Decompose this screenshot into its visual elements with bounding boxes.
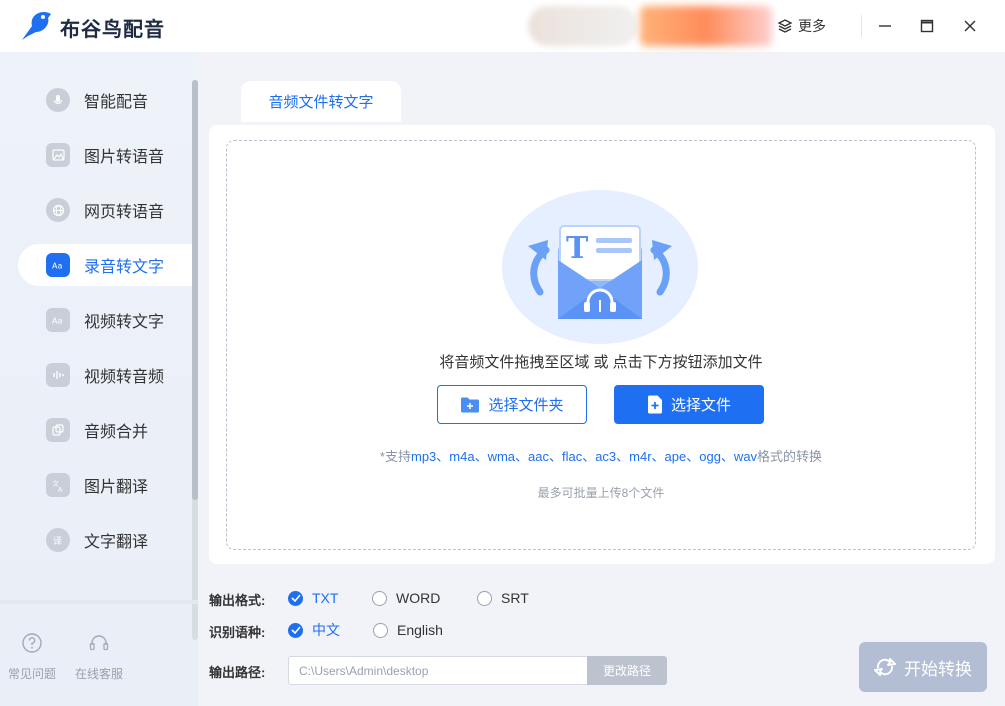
- sidebar-item-label: 音频合并: [84, 424, 149, 441]
- title-bar: 布谷鸟配音 更多: [0, 0, 1005, 52]
- sidebar-item-recording-to-text[interactable]: Aa 录音转文字: [18, 244, 193, 286]
- sidebar-item-label: 网页转语音: [84, 204, 165, 221]
- sidebar-item-video-to-audio[interactable]: 视频转音频: [18, 354, 193, 396]
- upload-limit-note: 最多可批量上传8个文件: [537, 486, 665, 500]
- merge-icon: [46, 418, 70, 442]
- output-path-field[interactable]: [288, 656, 588, 685]
- svg-text:Aa: Aa: [52, 262, 62, 271]
- sidebar-item-label: 图片转语音: [84, 149, 165, 166]
- sidebar-item-smart-dubbing[interactable]: 智能配音: [18, 79, 193, 121]
- headset-icon: [89, 635, 109, 651]
- convert-arrows-icon: [874, 658, 896, 676]
- image-icon: [46, 143, 70, 167]
- layers-icon: [778, 19, 792, 33]
- minimize-icon: [879, 25, 891, 27]
- sidebar-item-image-to-speech[interactable]: 图片转语音: [18, 134, 193, 176]
- sidebar-divider: [0, 600, 198, 604]
- start-convert-label: 开始转换: [904, 659, 972, 679]
- language-option-label: English: [397, 622, 443, 638]
- video-text-icon: Aa: [46, 308, 70, 332]
- start-convert-button[interactable]: 开始转换: [859, 642, 987, 692]
- select-file-label: 选择文件: [670, 397, 731, 414]
- sidebar-item-label: 录音转文字: [84, 259, 165, 276]
- user-avatar[interactable]: [528, 6, 638, 46]
- sidebar-item-label: 文字翻译: [84, 534, 149, 551]
- format-option-label: WORD: [396, 590, 441, 606]
- language-label: 识别语种:: [209, 625, 266, 640]
- formats-suffix: 格式的转换: [757, 449, 823, 464]
- svg-text:Aa: Aa: [52, 317, 62, 326]
- supported-formats-note: *支持mp3、m4a、wma、aac、flac、ac3、m4r、ape、ogg、…: [226, 446, 976, 465]
- language-option-chinese[interactable]: 中文: [288, 620, 340, 640]
- sidebar-scrollbar[interactable]: [192, 80, 198, 640]
- bird-logo-icon: [22, 12, 51, 40]
- faq-link[interactable]: 常见问题: [0, 632, 64, 682]
- window-controls-divider: [861, 15, 862, 37]
- formats-prefix: *支持: [379, 449, 411, 464]
- radio-icon: [477, 590, 492, 606]
- maximize-button[interactable]: [916, 15, 938, 37]
- question-icon: [22, 633, 42, 653]
- sidebar-scroll-thumb[interactable]: [192, 80, 198, 500]
- sidebar-item-label: 视频转音频: [84, 369, 165, 386]
- radio-icon: [372, 590, 387, 606]
- format-option-word[interactable]: WORD: [372, 588, 440, 608]
- tab-audio-to-text[interactable]: 音频文件转文字: [241, 81, 401, 122]
- svg-text:T: T: [566, 231, 589, 266]
- sidebar-item-video-to-text[interactable]: Aa 视频转文字: [18, 299, 193, 341]
- mic-icon: [46, 88, 70, 112]
- sidebar-item-label: 视频转文字: [84, 314, 165, 331]
- language-option-english[interactable]: English: [373, 620, 443, 640]
- close-button[interactable]: [959, 15, 981, 37]
- svg-text:译: 译: [53, 536, 62, 546]
- sidebar-item-audio-merge[interactable]: 音频合并: [18, 409, 193, 451]
- language-option-label: 中文: [312, 622, 340, 638]
- format-option-label: SRT: [501, 590, 529, 606]
- online-support-label: 在线客服: [74, 667, 123, 681]
- sidebar-item-label: 智能配音: [84, 94, 149, 111]
- select-folder-button[interactable]: 选择文件夹: [437, 385, 587, 424]
- format-option-txt[interactable]: TXT: [288, 588, 338, 608]
- sidebar: 智能配音 图片转语音 网页转语音 Aa 录音转文字 Aa 视频转文字 视频转音频: [0, 52, 198, 706]
- add-folder-icon: [461, 397, 480, 412]
- select-file-button[interactable]: 选择文件: [614, 385, 764, 424]
- output-format-label: 输出格式:: [209, 593, 266, 608]
- drop-hint-text: 将音频文件拖拽至区域 或 点击下方按钮添加文件: [439, 354, 763, 371]
- sidebar-item-label: 图片翻译: [84, 479, 149, 496]
- online-support-link[interactable]: 在线客服: [67, 632, 131, 682]
- sidebar-item-webpage-to-speech[interactable]: 网页转语音: [18, 189, 193, 231]
- checked-radio-icon: [288, 590, 303, 606]
- maximize-icon: [920, 19, 934, 33]
- format-option-label: TXT: [312, 590, 339, 606]
- minimize-button[interactable]: [874, 15, 896, 37]
- checked-radio-icon: [288, 622, 303, 638]
- video-audio-icon: [46, 363, 70, 387]
- globe-icon: [46, 198, 70, 222]
- format-option-srt[interactable]: SRT: [477, 588, 529, 608]
- close-icon: [964, 20, 976, 32]
- text-translate-icon: 译: [46, 528, 70, 552]
- svg-text:A: A: [58, 485, 63, 492]
- translate-icon: 文A: [46, 473, 70, 497]
- envelope-text-illustration-icon: T: [502, 190, 698, 344]
- formats-list: mp3、m4a、wma、aac、flac、ac3、m4r、ape、ogg、wav: [410, 449, 758, 464]
- faq-label: 常见问题: [7, 667, 56, 681]
- select-folder-label: 选择文件夹: [488, 397, 564, 414]
- sidebar-item-image-translate[interactable]: 文A 图片翻译: [18, 464, 193, 506]
- more-button[interactable]: 更多: [778, 15, 826, 37]
- app-title: 布谷鸟配音: [60, 19, 165, 41]
- radio-icon: [373, 622, 388, 638]
- change-path-button[interactable]: 更改路径: [587, 656, 667, 685]
- vip-banner[interactable]: [640, 6, 772, 46]
- output-path-label: 输出路径:: [209, 665, 266, 680]
- more-label: 更多: [798, 18, 826, 34]
- add-file-icon: [647, 395, 662, 414]
- text-aa-icon: Aa: [46, 253, 70, 277]
- sidebar-item-text-translate[interactable]: 译 文字翻译: [18, 519, 193, 561]
